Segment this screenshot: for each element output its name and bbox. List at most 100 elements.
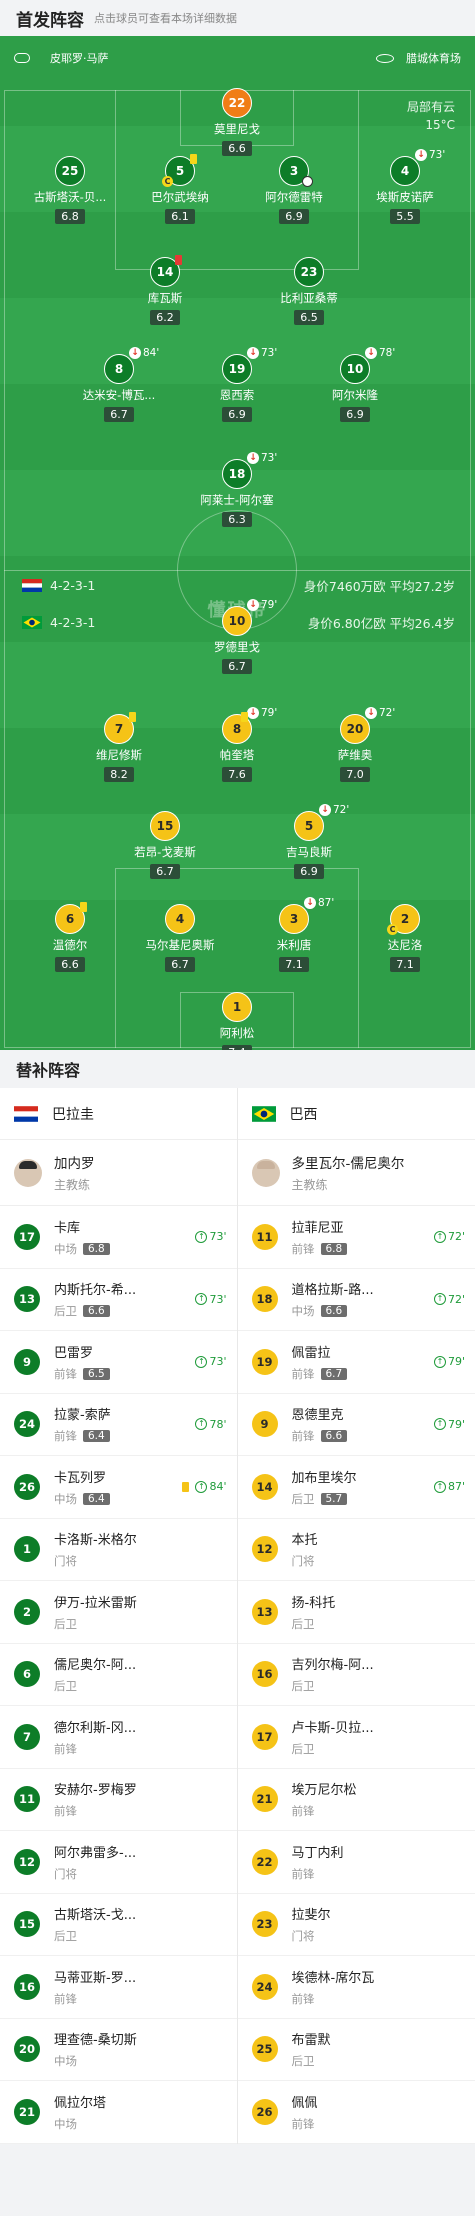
jersey-number: 9 [14,1348,40,1375]
jersey-number: 4 [165,904,195,934]
sub-player-row[interactable]: 12 阿尔弗雷多-... 门将 [0,1831,237,1894]
jersey-number: 13 [14,1286,40,1313]
player-home[interactable]: 4 埃斯皮诺萨 5.5 ↓ 73' [355,149,455,224]
whistle-icon [14,53,30,63]
player-home[interactable]: 14 库瓦斯 6.2 [115,255,215,325]
sub-player-row[interactable]: 16 马蒂亚斯-罗... 前锋 [0,1956,237,2019]
player-name: 罗德里戈 [214,640,260,654]
jersey-number: 1 [222,992,252,1022]
player-away[interactable]: 3 米利唐 7.1 ↓ 87' [244,897,344,972]
sub-player-name: 安赫尔-罗梅罗 [54,1783,137,1799]
player-home[interactable]: 5 巴尔武埃纳 6.1 C [130,154,230,224]
sub-player-name: 埃德林-席尔瓦 [291,1970,375,1986]
sub-player-row[interactable]: 11 安赫尔-罗梅罗 前锋 [0,1769,237,1831]
sub-player-row[interactable]: 15 古斯塔沃-戈... 后卫 [0,1894,237,1956]
sub-player-row[interactable]: 13 内斯托尔-希... 后卫 6.6 ↑ 73' [0,1269,237,1331]
sub-player-row[interactable]: 14 加布里埃尔 后卫 5.7 ↑ 87' [237,1456,475,1519]
sub-minute: 87' [318,897,335,909]
player-rating: 6.3 [222,512,252,527]
player-home[interactable]: 25 古斯塔沃-贝... 6.8 [20,156,120,224]
jersey-number: 14 [251,1473,278,1500]
sub-player-row[interactable]: 7 德尔利斯-冈... 前锋 [0,1706,237,1769]
home-subs-team[interactable]: 巴拉圭 [0,1088,237,1140]
player-away[interactable]: 20 萨维奥 7.0 ↓ 72' [305,707,405,782]
sub-player-row[interactable]: 24 拉蒙-索萨 前锋 6.4 ↑ 78' [0,1394,237,1456]
player-rating: 7.1 [390,957,420,972]
sub-player-row[interactable]: 6 儒尼奥尔-阿... 后卫 [0,1644,237,1706]
player-home[interactable]: 23 比利亚桑蒂 6.5 [259,257,359,325]
sub-player-row[interactable]: 2 伊万-拉米雷斯 后卫 [0,1581,237,1644]
sub-player-row[interactable]: 26 卡瓦列罗 中场 6.4 ↑ 84' [0,1456,237,1519]
player-home[interactable]: 10 阿尔米隆 6.9 ↓ 78' [305,347,405,422]
player-away[interactable]: 7 维尼修斯 8.2 [69,712,169,782]
sub-player-name: 德尔利斯-冈... [54,1720,137,1736]
sub-player-row[interactable]: 11 拉菲尼亚 前锋 6.8 ↑ 72' [237,1206,475,1269]
sub-player-row[interactable]: 20 理查德-桑切斯 中场 [0,2019,237,2081]
sub-player-position: 后卫 [54,1304,77,1319]
sub-player-row[interactable]: 16 吉列尔梅-阿... 后卫 [237,1644,475,1706]
sub-player-row[interactable]: 18 道格拉斯-路... 中场 6.6 ↑ 72' [237,1269,475,1331]
player-name: 维尼修斯 [96,748,142,762]
player-home[interactable]: 8 达米安-博瓦... 6.7 ↓ 84' [69,347,169,422]
player-home[interactable]: 3 阿尔德雷特 6.9 [244,156,344,224]
player-away[interactable]: 6 温德尔 6.6 [20,902,120,972]
sub-player-row[interactable]: 17 卢卡斯-贝拉... 后卫 [237,1706,475,1769]
pitch: 皮耶罗·马萨 腊城体育场 局部有云 15°C 4-2-3-1 身价7460万欧 … [0,36,475,1050]
home-coach[interactable]: 加内罗 主教练 [0,1140,237,1206]
player-away[interactable]: 10 罗德里戈 6.7 ↓ 79' [187,599,287,674]
player-name: 阿尔德雷特 [265,190,323,204]
player-name: 阿尔米隆 [332,388,378,402]
player-away[interactable]: 1 阿利松 7.4 [187,992,287,1050]
sub-player-row[interactable]: 21 埃万尼尔松 前锋 [237,1769,475,1831]
substitution-in-icon: ↑ 72' [433,1230,465,1243]
captain-icon: C [387,924,398,935]
sub-player-position: 门将 [54,1866,77,1881]
sub-player-name: 布雷默 [291,2033,331,2049]
sub-player-position: 中场 [54,1241,77,1256]
sub-player-row[interactable]: 23 拉斐尔 门将 [237,1894,475,1956]
player-away[interactable]: 15 若昂-戈麦斯 6.7 [115,811,215,879]
sub-player-row[interactable]: 12 本托 门将 [237,1519,475,1581]
sub-player-row[interactable]: 21 佩拉尔塔 中场 [0,2081,237,2144]
substitution-out-icon: ↓ 78' [365,347,395,359]
sub-player-row[interactable]: 13 扬-科托 后卫 [237,1581,475,1644]
player-home[interactable]: 22 莫里尼戈 6.6 [187,88,287,156]
player-away[interactable]: 5 吉马良斯 6.9 ↓ 72' [259,804,359,879]
jersey-number: 23 [294,257,324,287]
player-home[interactable]: 18 阿莱士-阿尔塞 6.3 ↓ 73' [187,452,287,527]
coach-avatar [251,1158,280,1187]
home-team-info: 4-2-3-1 身价7460万欧 平均27.2岁 [22,576,455,595]
sub-player-row[interactable]: 22 马丁内利 前锋 [237,1831,475,1894]
sub-player-row[interactable]: 19 佩雷拉 前锋 6.7 ↑ 79' [237,1331,475,1394]
substitution-in-icon: ↑ 73' [195,1355,227,1368]
sub-player-row[interactable]: 9 恩德里克 前锋 6.6 ↑ 79' [237,1394,475,1456]
sub-player-name: 阿尔弗雷多-... [54,1845,137,1861]
player-away[interactable]: 8 帕奎塔 7.6 ↓ 79' [187,707,287,782]
player-away[interactable]: 2 达尼洛 7.1 C [355,904,455,972]
away-coach[interactable]: 多里瓦尔-儒尼奥尔 主教练 [237,1140,475,1206]
sub-player-row[interactable]: 9 巴雷罗 前锋 6.5 ↑ 73' [0,1331,237,1394]
sub-player-row[interactable]: 17 卡库 中场 6.8 ↑ 73' [0,1206,237,1269]
player-away[interactable]: 4 马尔基尼奥斯 6.7 [130,904,230,972]
sub-in-minute: 87' [447,1480,465,1494]
yellow-card-icon [80,902,87,912]
sub-in-minute: 79' [447,1355,465,1369]
jersey-number: 11 [14,1786,40,1813]
sub-player-rating: 6.6 [83,1305,110,1318]
jersey-number: 22 [251,1848,278,1875]
brazil-flag-icon [251,1105,276,1122]
player-name: 莫里尼戈 [214,122,260,136]
sub-player-row[interactable]: 1 卡洛斯-米格尔 门将 [0,1519,237,1581]
sub-player-row[interactable]: 25 布雷默 后卫 [237,2019,475,2081]
sub-player-name: 埃万尼尔松 [291,1783,357,1799]
player-home[interactable]: 19 恩西索 6.9 ↓ 73' [187,347,287,422]
sub-player-row[interactable]: 26 佩佩 前锋 [237,2081,475,2144]
sub-player-row[interactable]: 24 埃德林-席尔瓦 前锋 [237,1956,475,2019]
away-formation: 4-2-3-1 [50,615,96,630]
away-subs-team[interactable]: 巴西 [237,1088,475,1140]
coach-name: 多里瓦尔-儒尼奥尔 [291,1156,405,1172]
jersey-number: 26 [251,2098,278,2125]
sub-in-minute: 84' [209,1480,227,1494]
sub-player-name: 拉菲尼亚 [291,1220,344,1236]
sub-player-rating: 6.6 [320,1305,348,1318]
